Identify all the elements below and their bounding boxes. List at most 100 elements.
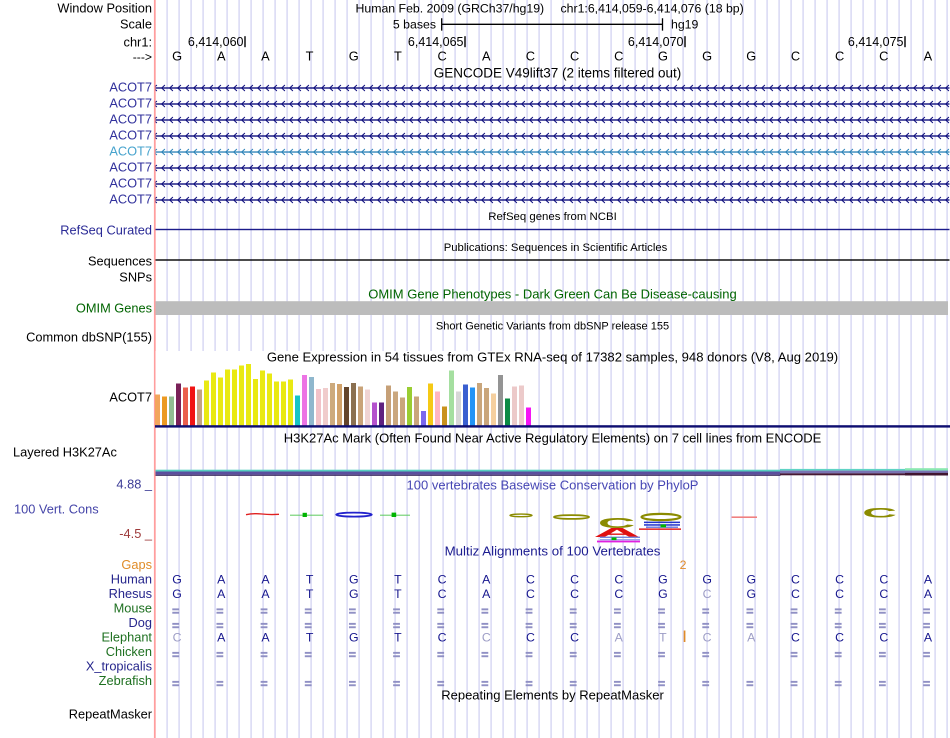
svg-text:G: G (658, 573, 668, 587)
svg-text:OMIM Gene Phenotypes - Dark Gr: OMIM Gene Phenotypes - Dark Green Can Be… (368, 287, 737, 302)
svg-text:A: A (261, 49, 270, 64)
svg-text:6,414,060: 6,414,060 (188, 35, 244, 49)
svg-text:Rhesus: Rhesus (109, 586, 152, 601)
svg-text:A: A (482, 49, 491, 64)
svg-text:C: C (835, 631, 844, 645)
svg-text:Gene Expression in 54 tissues: Gene Expression in 54 tissues from GTEx … (267, 349, 838, 364)
svg-text:T: T (394, 587, 402, 601)
svg-text:C: C (614, 49, 623, 64)
svg-text:C: C (614, 587, 623, 601)
svg-text:G: G (658, 49, 668, 64)
svg-text:hg19: hg19 (671, 17, 699, 31)
svg-text:A: A (924, 49, 933, 64)
svg-text:ACOT7: ACOT7 (109, 389, 152, 404)
svg-text:GENCODE V49lift37 (2 items fil: GENCODE V49lift37 (2 items filtered out) (434, 66, 682, 81)
svg-text:Layered H3K27Ac: Layered H3K27Ac (13, 444, 117, 459)
svg-text:ACOT7: ACOT7 (109, 191, 152, 206)
svg-text:C: C (791, 49, 800, 64)
svg-text:Dog: Dog (129, 615, 152, 630)
svg-text:C: C (438, 573, 447, 587)
svg-text:C: C (835, 587, 844, 601)
svg-text:G: G (746, 573, 756, 587)
svg-text:A: A (482, 573, 491, 587)
svg-text:X_tropicalis: X_tropicalis (86, 658, 152, 673)
svg-text:RepeatMasker: RepeatMasker (69, 706, 153, 721)
svg-text:chr1:: chr1: (124, 34, 152, 49)
svg-text:ACOT7: ACOT7 (109, 79, 152, 94)
svg-text:T: T (394, 631, 402, 645)
svg-text:G: G (658, 587, 668, 601)
svg-text:T: T (659, 631, 667, 645)
svg-text:OMIM Genes: OMIM Genes (76, 300, 152, 315)
svg-text:G: G (349, 49, 359, 64)
svg-text:6,414,075: 6,414,075 (848, 35, 904, 49)
svg-text:Human Feb. 2009 (GRCh37/hg19): Human Feb. 2009 (GRCh37/hg19) (356, 2, 545, 16)
svg-text:T: T (306, 631, 314, 645)
svg-text:H3K27Ac Mark (Often Found Near: H3K27Ac Mark (Often Found Near Active Re… (284, 430, 822, 445)
svg-text:ACOT7: ACOT7 (109, 111, 152, 126)
svg-text:Gaps: Gaps (121, 557, 152, 572)
svg-text:6,414,070: 6,414,070 (628, 35, 684, 49)
svg-text:T: T (394, 573, 402, 587)
svg-text:ACOT7: ACOT7 (109, 159, 152, 174)
svg-text:Chicken: Chicken (106, 644, 152, 659)
svg-text:Sequences: Sequences (88, 253, 152, 268)
svg-text:A: A (261, 631, 270, 645)
svg-text:A: A (261, 587, 270, 601)
svg-text:C: C (173, 631, 182, 645)
svg-text:C: C (570, 631, 579, 645)
svg-text:Elephant: Elephant (101, 629, 152, 644)
svg-text:G: G (349, 573, 359, 587)
svg-text:C: C (526, 631, 535, 645)
svg-text:-4.5 _: -4.5 _ (119, 526, 153, 541)
svg-text:C: C (791, 631, 800, 645)
svg-text:2: 2 (680, 558, 687, 572)
svg-text:C: C (879, 587, 888, 601)
svg-text:C: C (570, 573, 579, 587)
svg-text:SNPs: SNPs (119, 269, 152, 284)
svg-text:Common dbSNP(155): Common dbSNP(155) (26, 329, 152, 344)
svg-text:C: C (791, 587, 800, 601)
svg-text:G: G (746, 587, 756, 601)
svg-text:A: A (924, 573, 933, 587)
svg-text:Short Genetic Variants from db: Short Genetic Variants from dbSNP releas… (436, 321, 669, 333)
svg-text:RefSeq Curated: RefSeq Curated (60, 222, 152, 237)
svg-text:Human: Human (111, 571, 152, 586)
svg-text:T: T (306, 49, 314, 64)
svg-text:Window Position: Window Position (57, 0, 152, 15)
svg-text:C: C (835, 49, 844, 64)
svg-text:A: A (261, 573, 270, 587)
svg-text:G: G (702, 49, 712, 64)
svg-text:C: C (879, 49, 888, 64)
svg-text:A: A (217, 49, 226, 64)
svg-text:G: G (172, 587, 182, 601)
svg-text:Zebrafish: Zebrafish (99, 673, 152, 688)
svg-text:A: A (924, 587, 933, 601)
svg-text:C: C (879, 573, 888, 587)
svg-text:C: C (482, 631, 491, 645)
svg-text:A: A (747, 631, 756, 645)
svg-text:ACOT7: ACOT7 (109, 127, 152, 142)
svg-text:C: C (526, 587, 535, 601)
svg-text:100 vertebrates Basewise Conse: 100 vertebrates Basewise Conservation by… (407, 478, 699, 493)
svg-text:C: C (791, 573, 800, 587)
svg-text:T: T (394, 49, 402, 64)
svg-text:G: G (349, 631, 359, 645)
svg-text:A: A (217, 631, 226, 645)
svg-text:--->: ---> (133, 50, 152, 64)
svg-text:A: A (615, 631, 624, 645)
svg-text:G: G (172, 573, 182, 587)
svg-text:T: T (306, 573, 314, 587)
svg-text:Publications: Sequences in Sci: Publications: Sequences in Scientific Ar… (444, 242, 668, 254)
svg-text:C: C (862, 506, 897, 521)
svg-text:4.88 _: 4.88 _ (116, 476, 152, 491)
svg-text:G: G (702, 573, 712, 587)
svg-text:5 bases: 5 bases (393, 17, 436, 31)
svg-text:C: C (570, 587, 579, 601)
svg-text:C: C (879, 631, 888, 645)
svg-text:Multiz Alignments of 100 Verte: Multiz Alignments of 100 Vertebrates (445, 543, 661, 558)
svg-text:C: C (438, 587, 447, 601)
svg-text:T: T (306, 587, 314, 601)
svg-text:ACOT7: ACOT7 (109, 95, 152, 110)
svg-text:ACOT7: ACOT7 (109, 175, 152, 190)
